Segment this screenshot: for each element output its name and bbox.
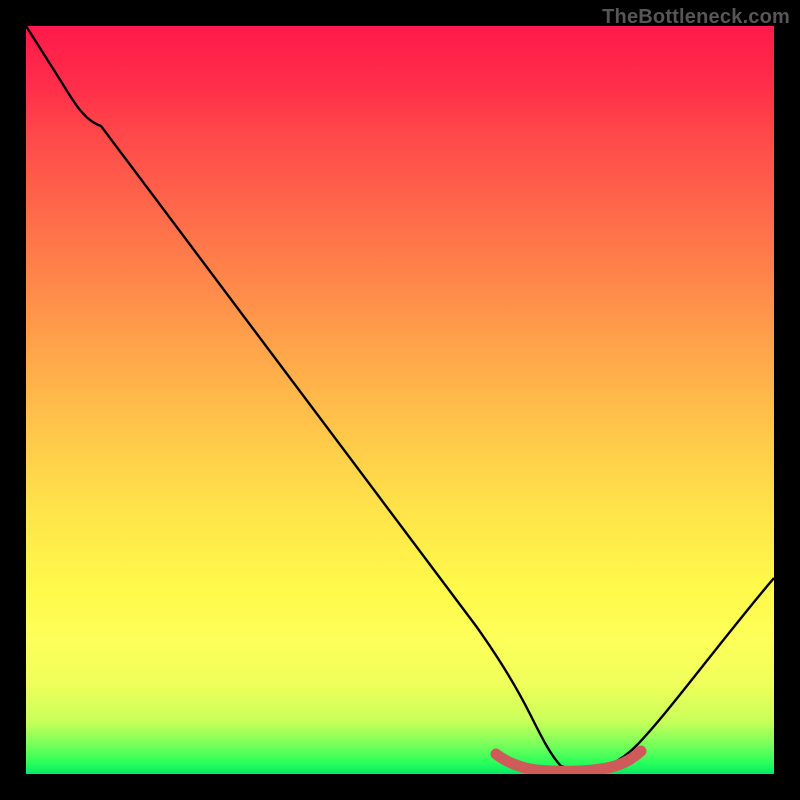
flat-zone-highlight-path (496, 751, 641, 771)
bottleneck-curve-path (26, 26, 774, 770)
curve-svg (26, 26, 774, 774)
watermark-text: TheBottleneck.com (602, 6, 790, 29)
plot-area (26, 26, 774, 774)
bottleneck-chart: TheBottleneck.com (0, 0, 800, 800)
